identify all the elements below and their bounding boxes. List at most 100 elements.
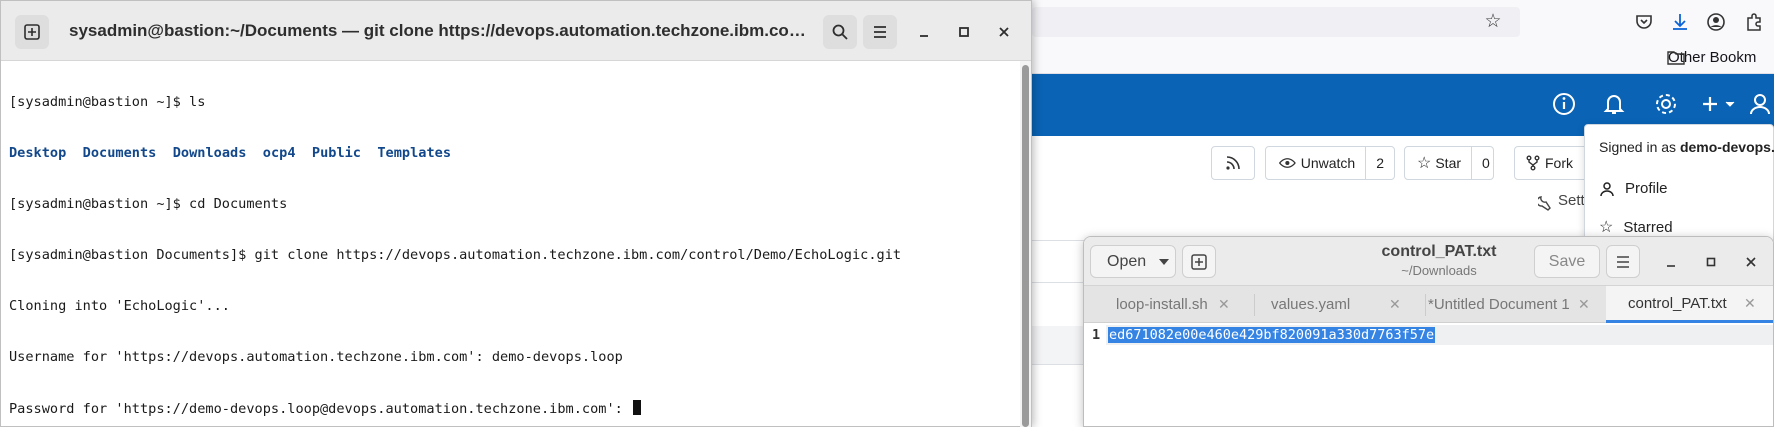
editor-minimize-button[interactable] (1661, 252, 1681, 272)
fork-button[interactable]: Fork (1514, 146, 1588, 180)
maximize-button[interactable] (953, 21, 975, 43)
tab-label: values.yaml (1271, 296, 1351, 313)
line-number: 1 (1092, 327, 1101, 343)
menu-item-profile-label: Profile (1625, 180, 1668, 197)
tab-close-icon[interactable]: ✕ (1218, 296, 1230, 313)
user-avatar-icon[interactable] (1746, 90, 1774, 118)
terminal-line: [sysadmin@bastion ~]$ ls (9, 94, 206, 110)
settings-gear-icon[interactable] (1652, 90, 1680, 118)
bookmark-star-icon[interactable]: ☆ (1482, 11, 1504, 33)
document-path: ~/Downloads (1401, 263, 1477, 278)
signed-in-username: demo-devops.loo (1679, 139, 1774, 155)
watch-count[interactable]: 2 (1365, 147, 1394, 179)
chevron-down-icon (1159, 258, 1170, 265)
editor-menu-button[interactable] (1606, 245, 1640, 278)
dir-entry: Desktop (9, 145, 67, 161)
minimize-icon (1667, 265, 1675, 267)
maximize-icon (959, 27, 969, 37)
star-icon: ☆ (1599, 219, 1614, 236)
editor-close-button[interactable] (1741, 252, 1761, 272)
create-plus-dropdown-icon[interactable] (1700, 90, 1740, 118)
tab-label: *Untitled Document 1 (1428, 296, 1570, 313)
download-icon[interactable] (1670, 12, 1690, 32)
new-tab-icon (24, 24, 40, 40)
close-button[interactable] (993, 21, 1015, 43)
new-tab-icon (1191, 253, 1207, 270)
tab-close-icon[interactable]: ✕ (1389, 296, 1401, 313)
signed-in-as: Signed in as demo-devops.loo (1599, 139, 1774, 155)
desktop: ☆ Other Bookm Unwatch 2 ☆ Star 0 Fork Se… (0, 0, 1774, 427)
menu-item-starred[interactable]: ☆ Starred (1599, 217, 1673, 237)
close-icon (1746, 257, 1756, 267)
unwatch-button[interactable]: Unwatch 2 (1265, 146, 1395, 180)
editor-tab-bar: loop-install.sh ✕ values.yaml ✕ *Untitle… (1084, 285, 1773, 323)
maximize-icon (1706, 257, 1716, 267)
terminal-window: sysadmin@bastion:~/Documents — git clone… (0, 0, 1032, 427)
terminal-title: sysadmin@bastion:~/Documents — git clone… (69, 21, 813, 40)
person-icon (1600, 181, 1614, 196)
menu-item-starred-label: Starred (1623, 218, 1673, 236)
minimize-icon (920, 35, 928, 37)
tab-loop-install[interactable]: loop-install.sh ✕ (1084, 286, 1254, 323)
terminal-line: Username for 'https://devops.automation.… (9, 349, 623, 365)
search-button[interactable] (823, 15, 857, 49)
rss-icon (1226, 156, 1240, 170)
save-button[interactable]: Save (1534, 245, 1600, 278)
rss-feed-button[interactable] (1211, 146, 1255, 180)
star-button[interactable]: ☆ Star 0 (1404, 146, 1494, 180)
hamburger-menu-icon (874, 26, 886, 38)
settings-tab-label[interactable]: Sett (1558, 192, 1585, 209)
text-editor-window: Open control_PAT.txt ~/Downloads Save lo… (1083, 236, 1774, 427)
open-button-label: Open (1107, 252, 1147, 270)
extensions-icon[interactable] (1744, 12, 1764, 32)
terminal-line: [sysadmin@bastion ~]$ cd Documents (9, 196, 288, 212)
tab-values-yaml[interactable]: values.yaml ✕ (1255, 286, 1425, 323)
save-button-label: Save (1548, 252, 1586, 270)
fork-label: Fork (1545, 155, 1573, 171)
scrollbar-thumb[interactable] (1022, 65, 1029, 427)
dir-entry: Documents (82, 145, 157, 161)
info-icon[interactable] (1550, 90, 1578, 118)
tab-close-icon[interactable]: ✕ (1744, 295, 1756, 312)
menu-button[interactable] (863, 15, 897, 49)
text-cursor (633, 400, 641, 415)
search-icon (832, 24, 848, 40)
dir-entry: ocp4 (262, 145, 296, 161)
dir-entry: Downloads (172, 145, 247, 161)
open-button[interactable]: Open (1090, 245, 1176, 278)
editor-headerbar[interactable]: Open control_PAT.txt ~/Downloads Save (1084, 237, 1773, 285)
star-label: Star (1435, 155, 1462, 171)
new-tab-button[interactable] (15, 15, 49, 49)
password-prompt-line: Password for 'https://demo-devops.loop@d… (9, 400, 1019, 417)
terminal-output[interactable]: [sysadmin@bastion ~]$ ls Desktop Documen… (9, 60, 1019, 426)
terminal-line: Cloning into 'EchoLogic'... (9, 298, 230, 314)
eye-icon (1278, 158, 1296, 168)
tab-close-icon[interactable]: ✕ (1578, 296, 1590, 313)
url-bar[interactable] (1032, 7, 1520, 37)
document-title: control_PAT.txt (1381, 243, 1497, 260)
password-prompt: Password for 'https://demo-devops.loop@d… (9, 401, 631, 417)
user-dropdown-menu: Signed in as demo-devops.loo Profile ☆ S… (1584, 124, 1774, 244)
tab-label: control_PAT.txt (1628, 294, 1727, 312)
unwatch-label: Unwatch (1300, 155, 1356, 171)
terminal-titlebar[interactable]: sysadmin@bastion:~/Documents — git clone… (1, 1, 1031, 61)
minimize-button[interactable] (913, 21, 935, 43)
line-number-gutter: 1 (1084, 323, 1106, 426)
ls-output-line: Desktop Documents Downloads ocp4 Public … (9, 145, 1019, 162)
star-count[interactable]: 0 (1471, 147, 1500, 179)
editor-text-area[interactable]: 1 ed671082e00e460e429bf820091a330d7763f5… (1084, 323, 1773, 426)
tab-control-pat[interactable]: control_PAT.txt ✕ (1606, 286, 1773, 323)
notifications-bell-icon[interactable] (1600, 90, 1628, 118)
editor-maximize-button[interactable] (1701, 252, 1721, 272)
pocket-icon[interactable] (1634, 12, 1654, 32)
star-outline-icon: ☆ (1417, 155, 1432, 172)
dir-entry: Public (311, 145, 361, 161)
terminal-scrollbar[interactable] (1020, 61, 1031, 427)
settings-tool-icon (1538, 196, 1551, 211)
selected-token-text[interactable]: ed671082e00e460e429bf820091a330d7763f57e (1108, 327, 1436, 343)
tab-untitled-document[interactable]: *Untitled Document 1 ✕ (1426, 286, 1598, 323)
dir-entry: Templates (377, 145, 452, 161)
account-icon[interactable] (1706, 12, 1726, 32)
menu-item-profile[interactable]: Profile (1599, 180, 1668, 197)
new-document-button[interactable] (1182, 245, 1216, 278)
